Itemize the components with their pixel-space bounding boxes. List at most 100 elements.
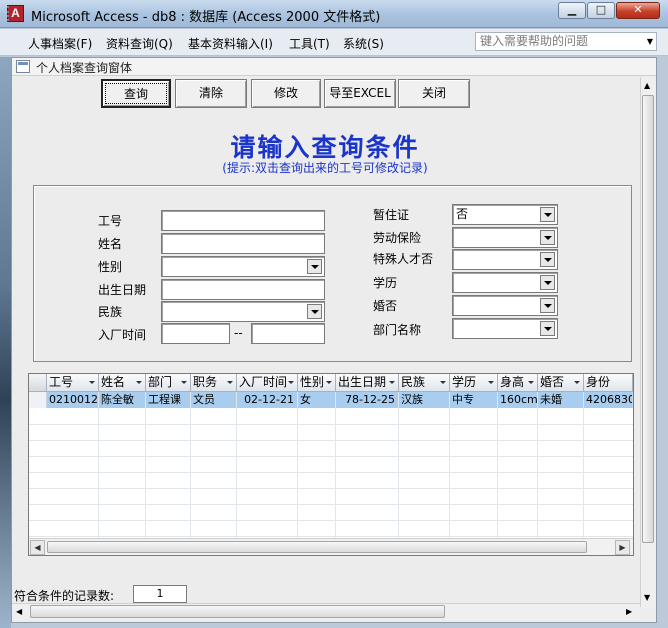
column-header-label: 部门 — [148, 375, 173, 389]
dept-name-combo[interactable] — [452, 318, 558, 339]
grid-cell[interactable]: 4206830 — [584, 392, 633, 408]
grid-column-header[interactable]: 民族 — [399, 374, 450, 392]
column-header-label: 出生日期 — [338, 375, 387, 389]
maximize-button[interactable]: □ — [587, 2, 615, 19]
dropdown-arrow-icon[interactable] — [540, 207, 555, 222]
column-filter-arrow-icon[interactable] — [227, 381, 233, 384]
entry-date-label: 入厂时间 — [98, 328, 147, 342]
column-filter-arrow-icon[interactable] — [488, 381, 494, 384]
form-horizontal-scroll-thumb[interactable] — [30, 605, 445, 618]
minimize-button[interactable]: ▁ — [558, 2, 586, 19]
grid-column-line — [297, 392, 298, 538]
grid-cell[interactable]: 中专 — [450, 392, 498, 408]
grid-horizontal-scrollbar[interactable]: ◀ ▶ — [29, 538, 633, 555]
grid-column-header[interactable]: 身份 — [584, 374, 633, 392]
education-label: 学历 — [373, 276, 398, 290]
column-filter-arrow-icon[interactable] — [389, 381, 395, 384]
dropdown-arrow-icon[interactable] — [307, 304, 322, 319]
entry-date-from-input[interactable] — [161, 323, 230, 344]
column-filter-arrow-icon[interactable] — [528, 381, 534, 384]
scroll-right-icon[interactable]: ▶ — [626, 607, 632, 616]
grid-column-header[interactable]: 入厂时间 — [237, 374, 298, 392]
grid-cell[interactable]: 02-12-21 — [237, 392, 298, 408]
dropdown-arrow-icon[interactable] — [540, 230, 555, 245]
column-filter-arrow-icon[interactable] — [288, 381, 294, 384]
grid-cell[interactable]: 0210012 — [47, 392, 99, 408]
form-vertical-scroll-thumb[interactable] — [642, 95, 654, 543]
grid-column-header[interactable]: 婚否 — [538, 374, 584, 392]
name-input[interactable] — [161, 233, 325, 254]
row-selector[interactable] — [29, 392, 47, 408]
grid-row-line — [29, 456, 633, 457]
column-filter-arrow-icon[interactable] — [89, 381, 95, 384]
scroll-right-icon[interactable]: ▶ — [615, 540, 630, 555]
column-filter-arrow-icon[interactable] — [136, 381, 142, 384]
grid-column-header[interactable]: 工号 — [47, 374, 99, 392]
help-dropdown-arrow-icon[interactable]: ▼ — [643, 32, 657, 51]
query-button[interactable]: 查询 — [101, 79, 171, 108]
grid-cell[interactable]: 160cm — [498, 392, 538, 408]
scroll-left-icon[interactable]: ◀ — [30, 540, 45, 555]
temp-permit-combo[interactable]: 否 — [452, 204, 558, 225]
dropdown-arrow-icon[interactable] — [540, 252, 555, 267]
window-title: Microsoft Access - db8 : 数据库 (Access 200… — [31, 10, 381, 25]
birth-date-label: 出生日期 — [98, 283, 147, 297]
scroll-left-icon[interactable]: ◀ — [16, 607, 22, 616]
birth-date-input[interactable] — [161, 279, 325, 300]
export-excel-button[interactable]: 导至EXCEL — [324, 79, 396, 108]
scroll-up-icon[interactable]: ▲ — [644, 81, 650, 90]
dropdown-arrow-icon[interactable] — [540, 275, 555, 290]
education-combo[interactable] — [452, 272, 558, 293]
grid-column-line — [335, 392, 336, 538]
menu-personnel-records[interactable]: 人事档案(F) — [28, 35, 92, 52]
menu-system[interactable]: 系统(S) — [343, 35, 384, 52]
select-all-corner[interactable] — [29, 374, 47, 392]
help-question-input[interactable]: 键入需要帮助的问题 — [475, 32, 657, 51]
special-talent-combo[interactable] — [452, 249, 558, 270]
grid-cell[interactable]: 汉族 — [399, 392, 450, 408]
gender-combo[interactable] — [161, 256, 325, 277]
grid-column-header[interactable]: 身高 — [498, 374, 538, 392]
emp-no-input[interactable] — [161, 210, 325, 231]
dropdown-arrow-icon[interactable] — [540, 298, 555, 313]
column-filter-arrow-icon[interactable] — [181, 381, 187, 384]
grid-column-header[interactable]: 职务 — [191, 374, 237, 392]
grid-column-line — [145, 392, 146, 538]
column-header-label: 学历 — [452, 375, 477, 389]
column-filter-arrow-icon[interactable] — [440, 381, 446, 384]
grid-cell[interactable]: 未婚 — [538, 392, 584, 408]
nation-label: 民族 — [98, 305, 123, 319]
grid-column-header[interactable]: 姓名 — [99, 374, 146, 392]
grid-column-header[interactable]: 部门 — [146, 374, 191, 392]
grid-cell[interactable]: 女 — [298, 392, 336, 408]
clear-button[interactable]: 清除 — [175, 79, 247, 108]
grid-column-line — [190, 392, 191, 538]
column-filter-arrow-icon[interactable] — [326, 381, 332, 384]
grid-cell[interactable]: 工程课 — [146, 392, 191, 408]
form-window-icon — [16, 60, 30, 73]
dropdown-arrow-icon[interactable] — [307, 259, 322, 274]
grid-column-header[interactable]: 出生日期 — [336, 374, 399, 392]
grid-column-header[interactable]: 性别 — [298, 374, 336, 392]
dropdown-arrow-icon[interactable] — [540, 321, 555, 336]
grid-cell[interactable]: 78-12-25 — [336, 392, 399, 408]
modify-button[interactable]: 修改 — [251, 79, 321, 108]
menu-grip-handle[interactable] — [7, 6, 10, 21]
grid-scroll-thumb[interactable] — [47, 541, 587, 553]
temp-permit-combo-value: 否 — [456, 207, 469, 221]
grid-cell[interactable]: 文员 — [191, 392, 237, 408]
entry-date-to-input[interactable] — [251, 323, 325, 344]
menu-basic-data-input[interactable]: 基本资料输入(I) — [188, 35, 273, 52]
close-form-button[interactable]: 关闭 — [398, 79, 470, 108]
close-window-button[interactable]: ✕ — [616, 2, 660, 19]
marriage-combo[interactable] — [452, 295, 558, 316]
grid-column-header[interactable]: 学历 — [450, 374, 498, 392]
grid-cell[interactable]: 陈全敏 — [99, 392, 146, 408]
menu-data-query[interactable]: 资料查询(Q) — [106, 35, 173, 52]
labor-insurance-combo[interactable] — [452, 227, 558, 248]
menu-tools[interactable]: 工具(T) — [289, 35, 330, 52]
scroll-down-icon[interactable]: ▼ — [644, 593, 650, 602]
entry-date-separator: -- — [234, 326, 243, 340]
column-filter-arrow-icon[interactable] — [574, 381, 580, 384]
nation-combo[interactable] — [161, 301, 325, 322]
